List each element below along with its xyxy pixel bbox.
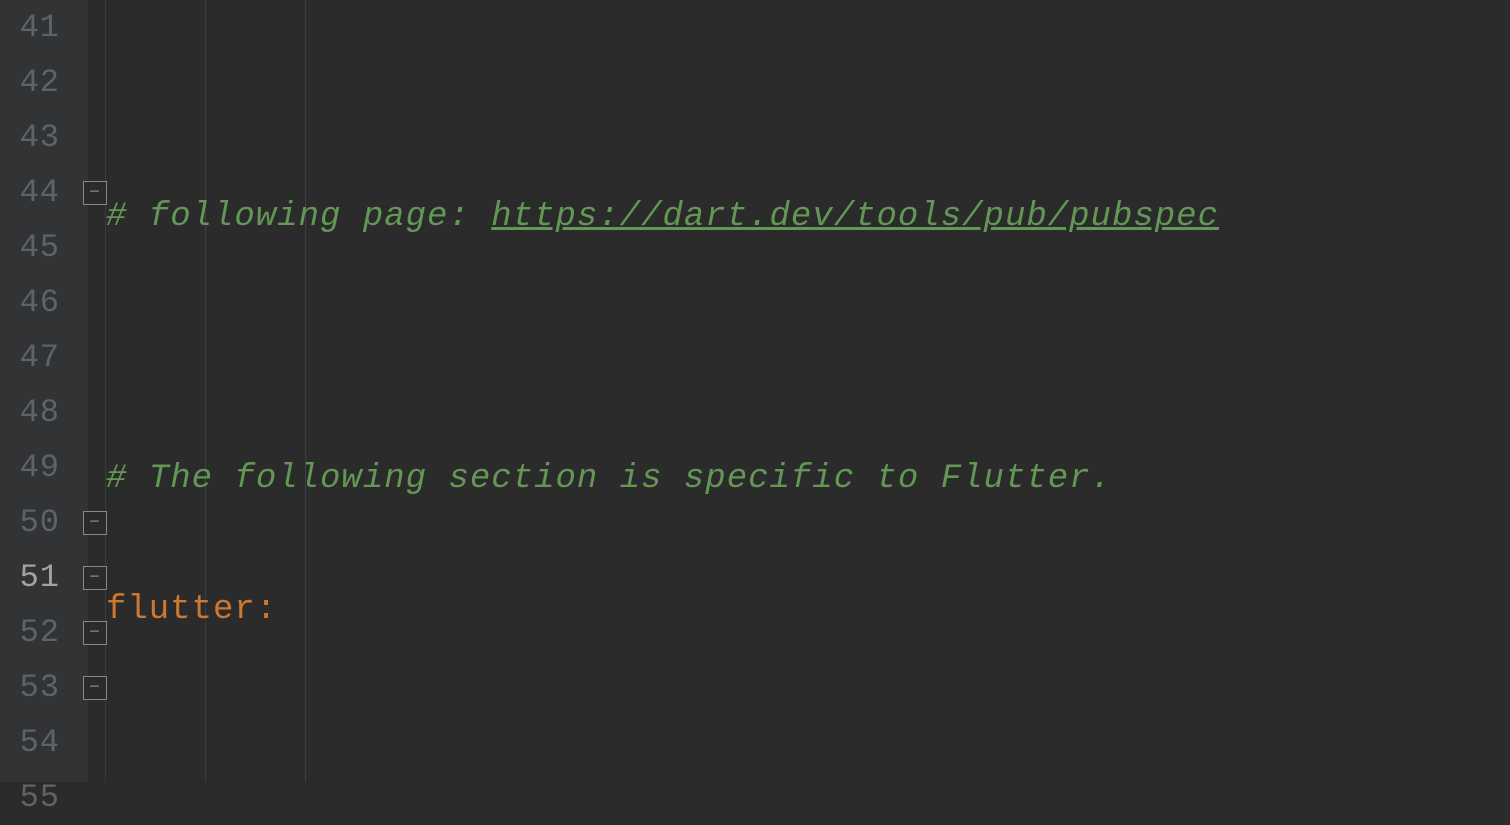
line-number[interactable]: 48 (0, 385, 88, 440)
comment-text: # The following section is specific to F… (106, 460, 1112, 498)
line-number[interactable]: 55 (0, 770, 88, 825)
line-number[interactable]: 49 (0, 440, 88, 495)
line-number[interactable]: 44 (0, 165, 88, 220)
line-number[interactable]: 53 (0, 660, 88, 715)
code-editor[interactable]: 41 42 43 44 45 46 47 48 49 50 51 52 53 5… (0, 0, 1510, 782)
line-number-active[interactable]: 51 (0, 550, 88, 605)
line-number[interactable]: 54 (0, 715, 88, 770)
line-number[interactable]: 46 (0, 275, 88, 330)
fold-toggle-icon[interactable]: − (83, 181, 107, 205)
colon: : (256, 591, 277, 629)
code-line[interactable]: # The following section is specific to F… (106, 452, 1510, 507)
line-number[interactable]: 42 (0, 55, 88, 110)
fold-toggle-icon[interactable]: − (83, 621, 107, 645)
code-line[interactable]: flutter: (106, 583, 1510, 638)
comment-text: # following page: (106, 198, 491, 236)
comment-url[interactable]: https://dart.dev/tools/pub/pubspec (491, 198, 1219, 236)
fold-gutter[interactable]: − − − − − (88, 0, 106, 782)
line-number[interactable]: 43 (0, 110, 88, 165)
line-number-gutter[interactable]: 41 42 43 44 45 46 47 48 49 50 51 52 53 5… (0, 0, 88, 782)
code-line[interactable] (106, 321, 1510, 376)
fold-toggle-icon[interactable]: − (83, 676, 107, 700)
line-number[interactable]: 52 (0, 605, 88, 660)
fold-toggle-icon[interactable]: − (83, 566, 107, 590)
line-number[interactable]: 50 (0, 495, 88, 550)
yaml-key: flutter (106, 591, 256, 629)
line-number[interactable]: 45 (0, 220, 88, 275)
line-number[interactable]: 47 (0, 330, 88, 385)
code-line[interactable]: # following page: https://dart.dev/tools… (106, 190, 1510, 245)
code-area[interactable]: # following page: https://dart.dev/tools… (106, 0, 1510, 782)
line-number[interactable]: 41 (0, 0, 88, 55)
code-line[interactable] (106, 714, 1510, 769)
fold-toggle-icon[interactable]: − (83, 511, 107, 535)
